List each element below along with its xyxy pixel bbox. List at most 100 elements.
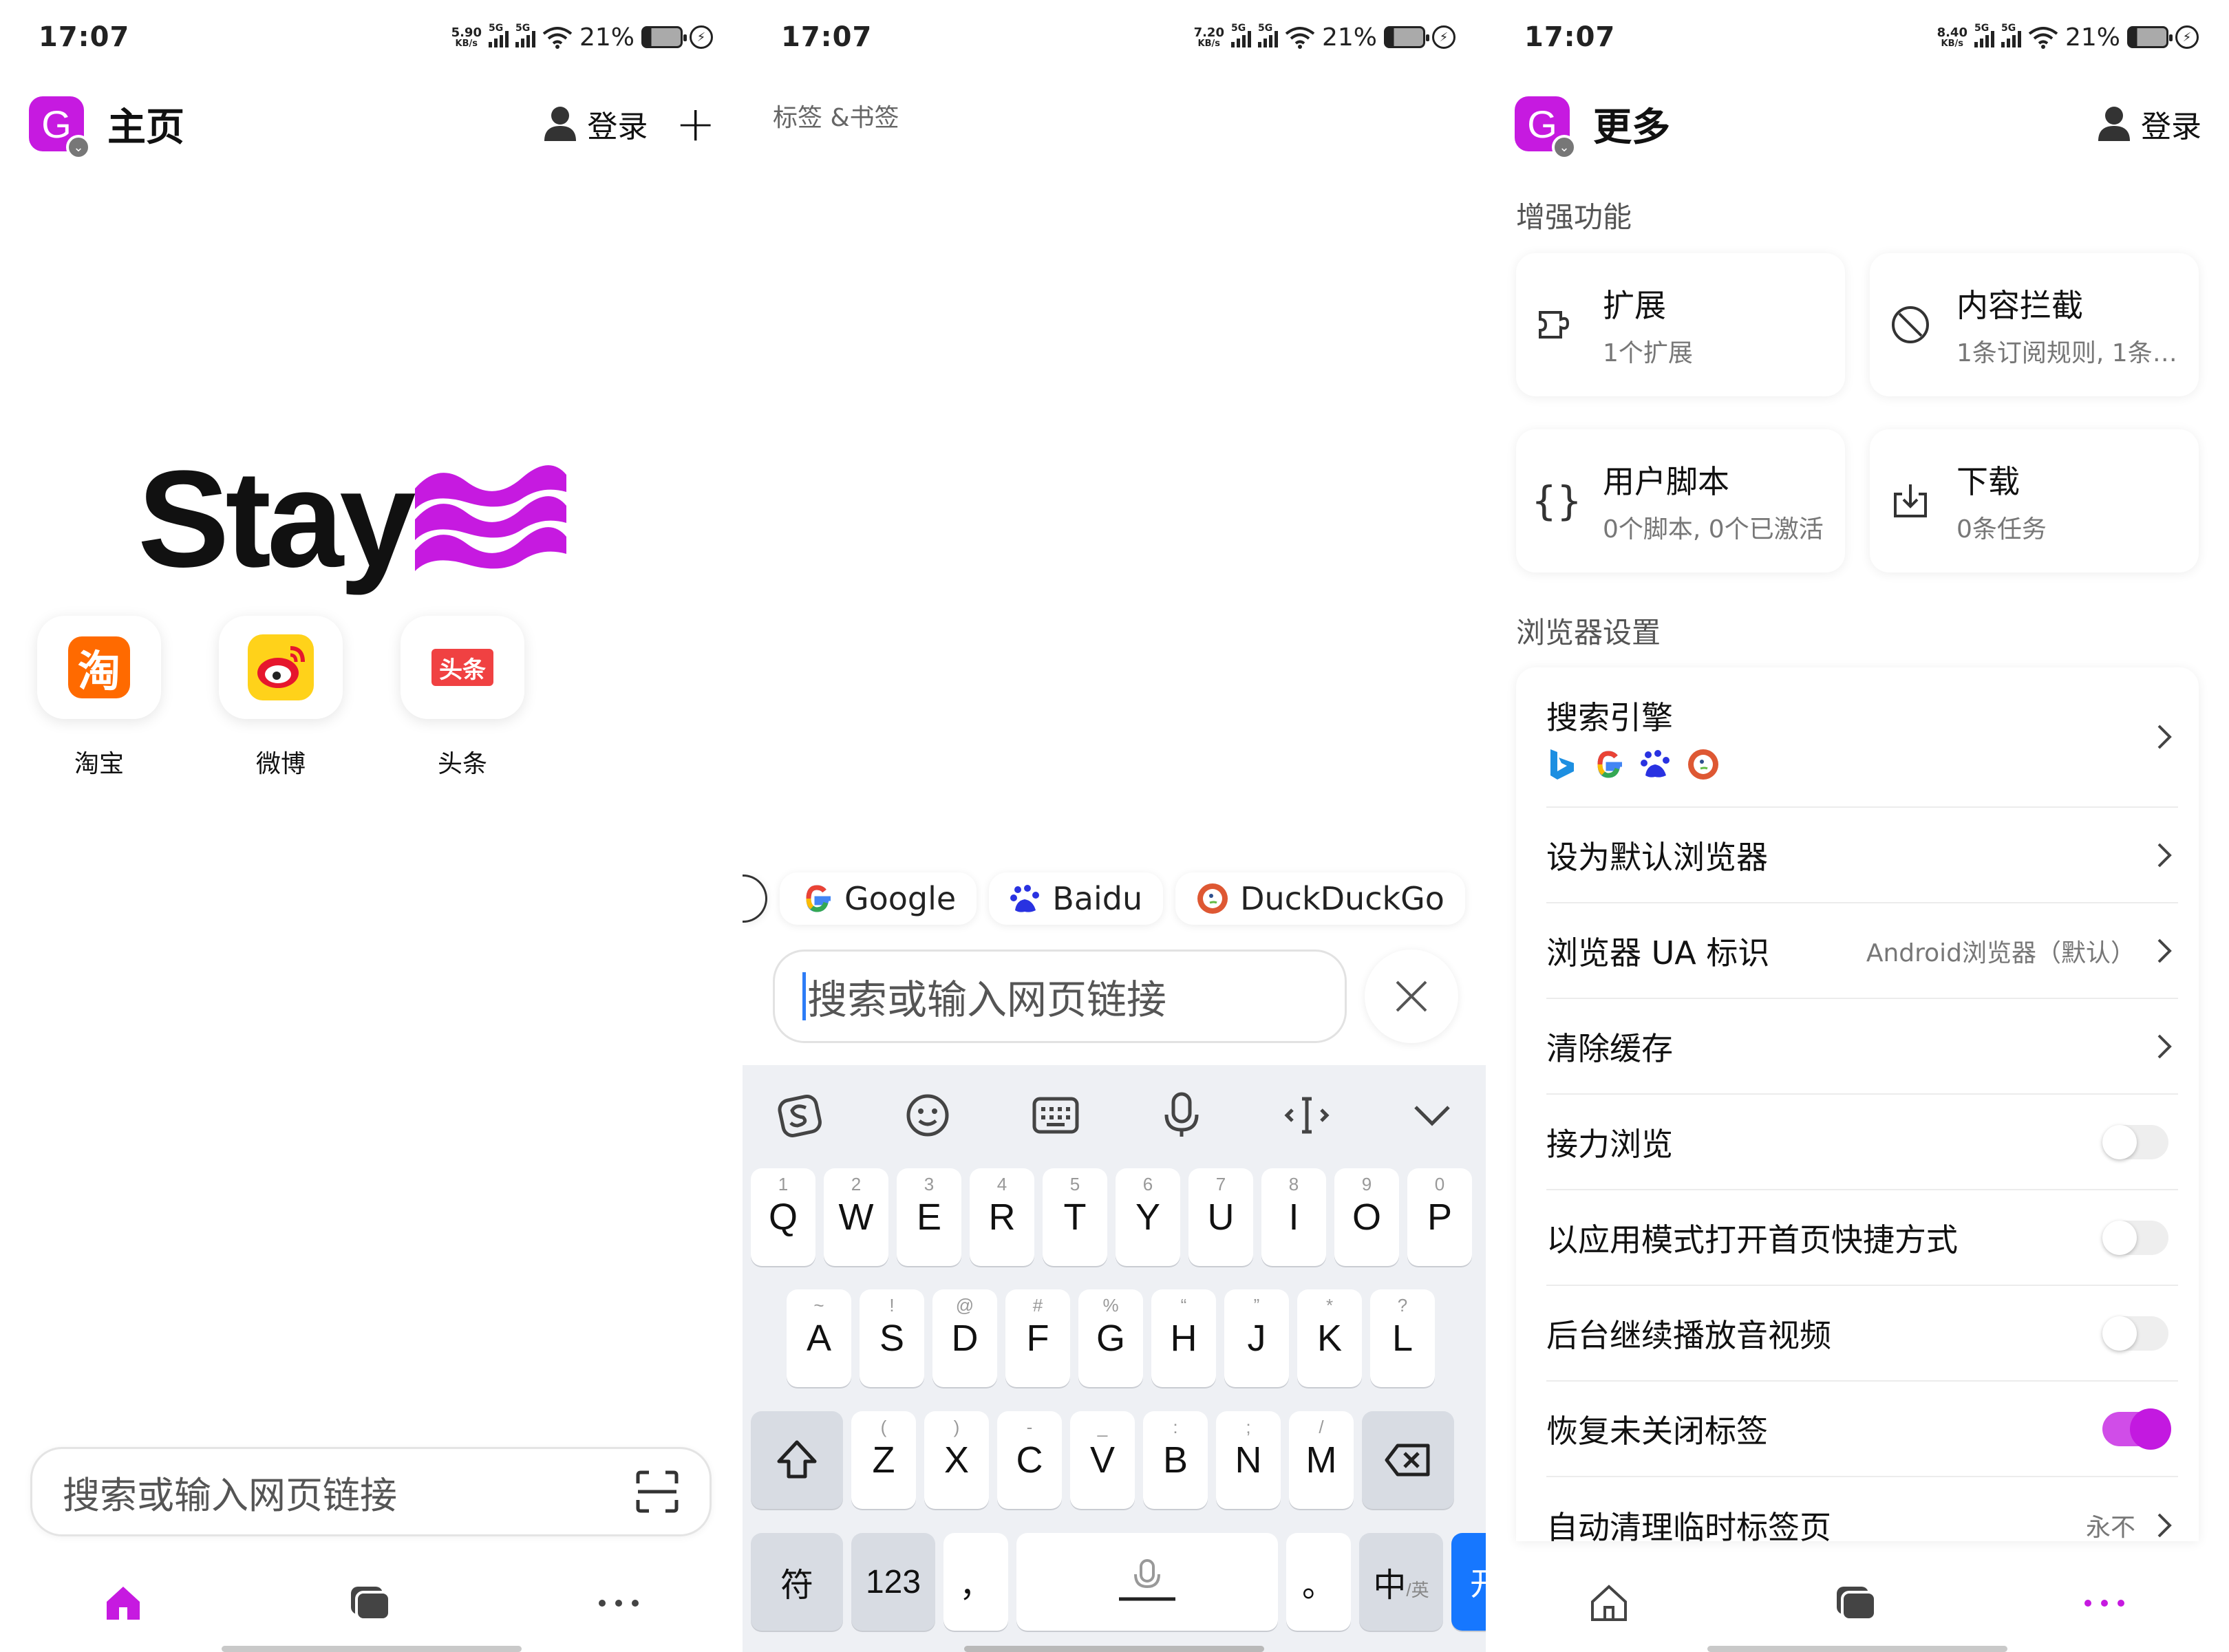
wifi-icon <box>2028 27 2058 49</box>
user-agent-value: Android浏览器（默认） <box>1866 938 2135 967</box>
key-u[interactable]: 7U <box>1188 1168 1253 1266</box>
card-extensions[interactable]: 扩展 1个扩展 <box>1516 253 1845 396</box>
gesture-bar[interactable] <box>964 1646 1264 1652</box>
go-key[interactable]: 开始 <box>1451 1533 1486 1631</box>
key-m[interactable]: / M <box>1289 1411 1354 1509</box>
keyboard-icon[interactable] <box>1032 1095 1080 1136</box>
key-g[interactable]: % G <box>1078 1289 1143 1387</box>
key-t[interactable]: 5T <box>1043 1168 1107 1266</box>
shortcut-grid: 淘 淘宝 微博 头条 头条 <box>37 616 524 780</box>
engine-icons <box>1546 748 1720 781</box>
engine-chip-google[interactable]: Google <box>780 872 977 925</box>
key-b[interactable]: :B <box>1143 1411 1208 1509</box>
microphone-icon[interactable] <box>1161 1091 1202 1139</box>
chevron-down-icon: ⌄ <box>66 135 91 160</box>
home-app-bar: G ⌄ 主页 登录 + <box>29 89 716 160</box>
card-downloads[interactable]: 下载 0条任务 <box>1870 429 2199 572</box>
scan-icon[interactable] <box>635 1470 679 1514</box>
key-o[interactable]: 9O <box>1334 1168 1399 1266</box>
shift-key[interactable] <box>751 1411 843 1509</box>
battery-percent: 21% <box>1321 23 1377 52</box>
toggle-handoff-browsing[interactable] <box>2102 1124 2168 1159</box>
battery-icon <box>2127 26 2173 48</box>
login-button[interactable]: 登录 <box>2097 102 2201 146</box>
engine-chip-duckduckgo[interactable]: DuckDuckGo <box>1175 872 1465 925</box>
key-c[interactable]: -C <box>997 1411 1062 1509</box>
number-key[interactable]: 123 <box>851 1533 935 1631</box>
key-l[interactable]: ? L <box>1370 1289 1435 1387</box>
key-j[interactable]: ” J <box>1224 1289 1289 1387</box>
key-p[interactable]: 0P <box>1407 1168 1472 1266</box>
key-d[interactable]: @ D <box>932 1289 997 1387</box>
profile-avatar[interactable]: G ⌄ <box>29 96 91 160</box>
more-icon[interactable] <box>597 1596 641 1610</box>
tabs-icon[interactable] <box>348 1584 392 1622</box>
url-input[interactable]: 搜索或输入网页链接 <box>773 950 1347 1043</box>
key-i[interactable]: 8I <box>1261 1168 1326 1266</box>
login-button[interactable]: 登录 <box>543 102 648 146</box>
setting-user-agent[interactable]: 浏览器 UA 标识 Android浏览器（默认） <box>1546 903 2178 999</box>
soft-keyboard: 1Q2W3E4R5T6Y7U8I9O0P ~ A! S @ D # F% G “H” J * K? L … <box>743 1065 1486 1652</box>
toggle-background-playback[interactable] <box>2102 1316 2168 1351</box>
more-icon[interactable] <box>2082 1596 2126 1610</box>
home-icon[interactable] <box>103 1583 144 1624</box>
close-button[interactable] <box>1365 950 1458 1043</box>
card-userscripts[interactable]: {} 用户脚本 0个脚本, 0个已激活 <box>1516 429 1845 572</box>
setting-search-engine[interactable]: 搜索引擎 <box>1546 667 2178 808</box>
close-icon <box>1396 980 1427 1012</box>
auto-clear-value: 永不 <box>2085 1513 2135 1542</box>
key-r[interactable]: 4R <box>970 1168 1034 1266</box>
key-s[interactable]: ! S <box>860 1289 924 1387</box>
google-icon <box>1597 751 1622 778</box>
home-icon[interactable] <box>1588 1583 1630 1624</box>
period-key[interactable]: 。 <box>1286 1533 1351 1631</box>
comma-key[interactable]: ， <box>943 1533 1008 1631</box>
key-q[interactable]: 1Q <box>751 1168 815 1266</box>
engine-chip-partial[interactable] <box>743 875 767 923</box>
key-x[interactable]: ) X <box>924 1411 989 1509</box>
key-n[interactable]: ; N <box>1216 1411 1281 1509</box>
card-content-blocking[interactable]: 内容拦截 1条订阅规则, 1条… <box>1870 253 2199 396</box>
backspace-key[interactable] <box>1362 1411 1454 1509</box>
chevron-down-icon[interactable] <box>1411 1102 1453 1129</box>
profile-avatar[interactable]: G ⌄ <box>1515 96 1577 160</box>
key-h[interactable]: “H <box>1151 1289 1216 1387</box>
toggle-app-mode-shortcut[interactable] <box>2102 1220 2168 1255</box>
setting-auto-clear-temp-tabs[interactable]: 自动清理临时标签页 永不 <box>1546 1477 2178 1541</box>
key-e[interactable]: 3E <box>897 1168 961 1266</box>
bing-icon <box>1550 749 1574 780</box>
duckduckgo-icon <box>1688 749 1718 780</box>
key-y[interactable]: 6Y <box>1116 1168 1180 1266</box>
gesture-bar[interactable] <box>1707 1646 2007 1652</box>
key-k[interactable]: * K <box>1297 1289 1362 1387</box>
space-key[interactable] <box>1016 1533 1278 1631</box>
search-placeholder: 搜索或输入网页链接 <box>63 1473 397 1517</box>
key-v[interactable]: _ V <box>1070 1411 1135 1509</box>
ime-logo-icon[interactable] <box>776 1091 824 1139</box>
symbol-key[interactable]: 符 <box>751 1533 843 1631</box>
setting-clear-cache[interactable]: 清除缓存 <box>1546 999 2178 1095</box>
key-f[interactable]: # F <box>1005 1289 1070 1387</box>
shortcut-weibo[interactable]: 微博 <box>219 616 343 780</box>
gesture-bar[interactable] <box>222 1646 522 1652</box>
key-z[interactable]: (Z <box>851 1411 916 1509</box>
home-search-bar[interactable]: 搜索或输入网页链接 <box>30 1447 712 1536</box>
tabs-bookmarks-header[interactable]: 标签 &书签 <box>773 98 899 133</box>
google-icon <box>806 885 831 912</box>
setting-background-playback: 后台继续播放音视频 <box>1546 1286 2178 1382</box>
screenshot-root: 17:07 5.90 KB/s 5G 5G 21% ⚡ G ⌄ 主页 登录 + St… <box>0 0 2229 1652</box>
emoji-icon[interactable] <box>904 1092 951 1139</box>
toggle-restore-tabs[interactable] <box>2102 1408 2171 1450</box>
cursor-move-icon[interactable] <box>1283 1095 1331 1136</box>
engine-chip-baidu[interactable]: Baidu <box>989 872 1164 925</box>
shortcut-toutiao[interactable]: 头条 头条 <box>401 616 524 780</box>
key-w[interactable]: 2W <box>824 1168 888 1266</box>
setting-default-browser[interactable]: 设为默认浏览器 <box>1546 808 2178 903</box>
tabs-icon[interactable] <box>1834 1584 1878 1622</box>
chevron-right-icon <box>2157 725 2172 749</box>
status-bar: 17:07 7.20 KB/s 5G 5G 21% ⚡ <box>781 15 1455 59</box>
add-tab-button[interactable]: + <box>675 100 716 148</box>
key-a[interactable]: ~ A <box>787 1289 851 1387</box>
shortcut-taobao[interactable]: 淘 淘宝 <box>37 616 161 780</box>
language-switch-key[interactable]: 中/英 <box>1359 1533 1443 1631</box>
